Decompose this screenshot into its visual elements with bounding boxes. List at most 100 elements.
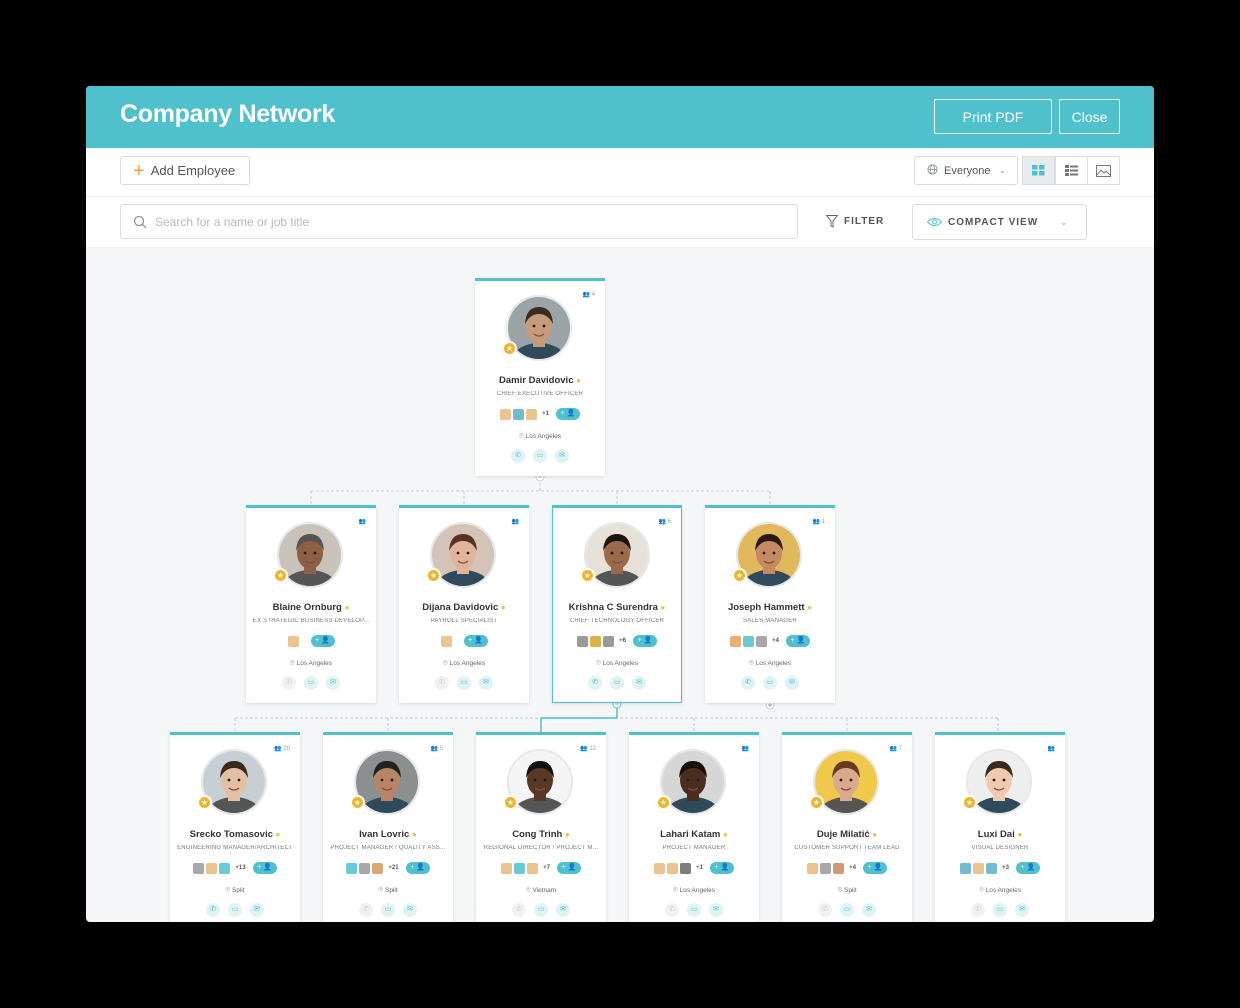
email-icon[interactable]: ✉ [632, 676, 646, 690]
badges-row: +13 + 👤 [170, 862, 300, 874]
email-icon[interactable]: ✉ [250, 903, 264, 917]
phone-icon[interactable]: ✆ [971, 903, 985, 917]
add-badge-button[interactable]: + 👤 [1015, 862, 1040, 874]
audience-label: Everyone [944, 164, 991, 177]
chat-icon[interactable]: ▭ [228, 903, 242, 917]
badges-more-count: +13 [235, 865, 246, 871]
add-badge-button[interactable]: + 👤 [785, 635, 810, 647]
badges-more-count: +1 [696, 865, 703, 871]
search-input[interactable] [153, 213, 757, 230]
print-pdf-button[interactable]: Print PDF [934, 99, 1052, 134]
filter-button[interactable]: FILTER [826, 215, 884, 228]
add-badge-button[interactable]: + 👤 [862, 862, 887, 874]
chat-icon[interactable]: ▭ [993, 903, 1007, 917]
location-pin-icon: ⌾ [672, 885, 678, 894]
report-count: 👥 12 [580, 746, 596, 752]
phone-icon[interactable]: ✆ [818, 903, 832, 917]
audience-dropdown[interactable]: Everyone ⌄ [914, 156, 1018, 185]
contact-actions: ✆ ▭ ✉ [323, 903, 453, 917]
employee-card[interactable]: 👥 6 ★ Krishna C Surendra ● CHIEF TECHNOL… [552, 505, 682, 703]
employee-card[interactable]: 👥 4 ★ Damir Davidovic ● CHIEF EXECUTIVE … [475, 278, 605, 476]
company-network-window: Company Network Print PDF Close + Add Em… [86, 86, 1154, 922]
employee-card[interactable]: 👥 7 ★ Duje Milatić ● CUSTOMER SUPPORT TE… [782, 732, 912, 922]
user-icon: 👤 [474, 637, 483, 644]
close-button[interactable]: Close [1059, 99, 1120, 134]
phone-icon[interactable]: ✆ [588, 676, 602, 690]
status-dot-icon: ● [564, 830, 570, 839]
add-badge-button[interactable]: + 👤 [463, 635, 488, 647]
employee-card[interactable]: 👥 ★ Blaine Ornburg ● EX STRATEGIC BUSINE… [246, 505, 376, 703]
employee-title: CUSTOMER SUPPORT TEAM LEAD [794, 845, 900, 851]
employee-name[interactable]: Duje Milatić ● [782, 829, 912, 840]
add-employee-button[interactable]: + Add Employee [120, 156, 250, 185]
email-icon[interactable]: ✉ [556, 903, 570, 917]
phone-icon[interactable]: ✆ [512, 903, 526, 917]
employee-name[interactable]: Lahari Katam ● [629, 829, 759, 840]
employee-name[interactable]: Cong Trinh ● [476, 829, 606, 840]
employee-card[interactable]: 👥 20 ★ Srecko Tomasovic ● ENGINEERING MA… [170, 732, 300, 922]
employee-name[interactable]: Dijana Davidovic ● [399, 602, 529, 613]
employee-name[interactable]: Ivan Lovric ● [323, 829, 453, 840]
email-icon[interactable]: ✉ [326, 676, 340, 690]
employee-card[interactable]: 👥 12 ★ Cong Trinh ● REGIONAL DIRECTOR / … [476, 732, 606, 922]
employee-name[interactable]: Luxi Dai ● [935, 829, 1065, 840]
add-badge-button[interactable]: + 👤 [310, 635, 335, 647]
employee-card[interactable]: 👥 ★ Dijana Davidovic ● PAYROLL SPECIALIS… [399, 505, 529, 703]
email-icon[interactable]: ✉ [709, 903, 723, 917]
email-icon[interactable]: ✉ [862, 903, 876, 917]
phone-icon[interactable]: ✆ [359, 903, 373, 917]
chat-icon[interactable]: ▭ [381, 903, 395, 917]
chat-icon[interactable]: ▭ [763, 676, 777, 690]
status-dot-icon: ● [411, 830, 417, 839]
add-badge-button[interactable]: + 👤 [405, 862, 430, 874]
chat-icon[interactable]: ▭ [533, 449, 547, 463]
employee-name[interactable]: Krishna C Surendra ● [553, 602, 681, 613]
chat-icon[interactable]: ▭ [304, 676, 318, 690]
user-icon: 👤 [321, 637, 330, 644]
star-icon: ★ [350, 795, 365, 810]
employee-name[interactable]: Damir Davidovic ● [475, 375, 605, 386]
add-badge-button[interactable]: + 👤 [632, 635, 657, 647]
search-box[interactable] [120, 204, 798, 239]
email-icon[interactable]: ✉ [555, 449, 569, 463]
award-badge-icon [680, 862, 692, 874]
add-badge-button[interactable]: + 👤 [252, 862, 277, 874]
employee-location: ⌾ Los Angeles [442, 658, 486, 667]
email-icon[interactable]: ✉ [1015, 903, 1029, 917]
phone-icon[interactable]: ✆ [741, 676, 755, 690]
user-icon: 👤 [643, 637, 653, 644]
add-badge-button[interactable]: + 👤 [709, 862, 734, 874]
chat-icon[interactable]: ▭ [534, 903, 548, 917]
add-badge-button[interactable]: + 👤 [555, 408, 580, 420]
employee-card[interactable]: 👥 ★ Luxi Dai ● VISUAL DESIGNER +3 + 👤 ⌾ … [935, 732, 1065, 922]
chat-icon[interactable]: ▭ [610, 676, 624, 690]
chat-icon[interactable]: ▭ [840, 903, 854, 917]
phone-icon[interactable]: ✆ [665, 903, 679, 917]
employee-card[interactable]: 👥 ★ Lahari Katam ● PROJECT MANAGER +1 + … [629, 732, 759, 922]
employee-title: VISUAL DESIGNER [971, 845, 1029, 851]
add-badge-button[interactable]: + 👤 [556, 862, 581, 874]
employee-name[interactable]: Joseph Hammett ● [705, 602, 835, 613]
location-pin-icon: ⌾ [748, 658, 754, 667]
contact-actions: ✆ ▭ ✉ [782, 903, 912, 917]
employee-name[interactable]: Blaine Ornburg ● [246, 602, 376, 613]
phone-icon[interactable]: ✆ [435, 676, 449, 690]
image-view-button[interactable] [1087, 156, 1120, 185]
employee-location: ⌾ Los Angeles [748, 658, 792, 667]
phone-icon[interactable]: ✆ [282, 676, 296, 690]
employee-card[interactable]: 👥 1 ★ Joseph Hammett ● SALES MANAGER +4 … [705, 505, 835, 703]
phone-icon[interactable]: ✆ [511, 449, 525, 463]
star-icon: ★ [656, 795, 671, 810]
chat-icon[interactable]: ▭ [687, 903, 701, 917]
grid-view-button[interactable] [1022, 156, 1055, 185]
email-icon[interactable]: ✉ [403, 903, 417, 917]
phone-icon[interactable]: ✆ [206, 903, 220, 917]
email-icon[interactable]: ✉ [479, 676, 493, 690]
chat-icon[interactable]: ▭ [457, 676, 471, 690]
email-icon[interactable]: ✉ [785, 676, 799, 690]
list-view-button[interactable] [1055, 156, 1088, 185]
award-badge-icon [590, 635, 602, 647]
employee-name[interactable]: Srecko Tomasovic ● [170, 829, 300, 840]
view-mode-dropdown[interactable]: COMPACT VIEW ⌄ [912, 204, 1087, 240]
employee-card[interactable]: 👥 5 ★ Ivan Lovric ● PROJECT MANAGER / QU… [323, 732, 453, 922]
